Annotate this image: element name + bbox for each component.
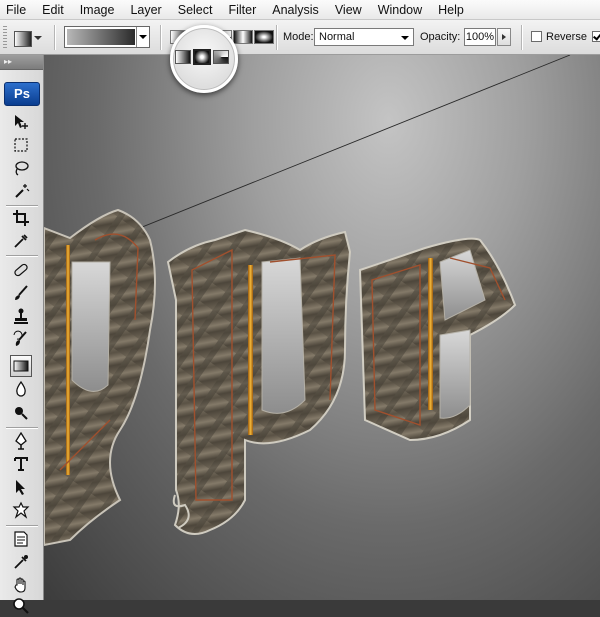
path-selection-tool-icon[interactable] (10, 476, 32, 498)
marquee-tool-icon[interactable] (10, 134, 32, 156)
clone-stamp-tool-icon[interactable] (10, 305, 32, 327)
divider (521, 25, 522, 50)
menu-help[interactable]: Help (430, 0, 472, 20)
lasso-tool-icon[interactable] (10, 157, 32, 179)
gradient-editor-swatch[interactable] (64, 26, 150, 48)
options-bar: Mode: Normal Opacity: 100% Reverse (0, 20, 600, 93)
dodge-tool-icon[interactable] (10, 401, 32, 423)
opacity-input[interactable]: 100% (464, 28, 496, 46)
gradient-tool-icon (14, 31, 32, 47)
magic-wand-tool-icon[interactable] (10, 180, 32, 202)
gradient-tool-icon[interactable] (10, 355, 32, 377)
divider (6, 255, 38, 256)
menu-edit[interactable]: Edit (34, 0, 72, 20)
menu-filter[interactable]: Filter (220, 0, 264, 20)
zoom-callout (170, 25, 238, 93)
divider (6, 525, 38, 526)
crop-tool-icon[interactable] (10, 207, 32, 229)
pen-tool-icon[interactable] (10, 430, 32, 452)
angle-gradient-icon (213, 50, 229, 64)
zoom-tool-icon[interactable] (10, 595, 32, 617)
gradient-drag-line (84, 55, 571, 251)
opacity-slider-button[interactable] (497, 28, 511, 46)
divider (160, 25, 161, 50)
menu-file[interactable]: File (0, 0, 34, 20)
menu-bar: File Edit Image Layer Select Filter Anal… (0, 0, 600, 20)
chevron-down-icon (34, 36, 42, 40)
letter-y-graphic (44, 208, 156, 547)
reverse-label: Reverse (546, 31, 587, 43)
toolbox: Ps (0, 55, 44, 614)
opacity-label: Opacity: (420, 31, 461, 43)
letter-e-graphic (358, 237, 517, 442)
reflected-gradient-button[interactable] (233, 30, 253, 44)
menu-view[interactable]: View (327, 0, 370, 20)
divider (54, 25, 55, 50)
gradient-dropdown-button[interactable] (136, 27, 149, 47)
document-canvas[interactable] (44, 55, 600, 600)
dither-checkbox[interactable] (592, 31, 600, 42)
menu-layer[interactable]: Layer (122, 0, 169, 20)
letter-p-graphic (166, 228, 352, 535)
tool-preset-picker[interactable] (10, 29, 44, 47)
menu-window[interactable]: Window (370, 0, 430, 20)
history-brush-tool-icon[interactable] (10, 328, 32, 350)
notes-tool-icon[interactable] (10, 528, 32, 550)
linear-gradient-icon (175, 50, 191, 64)
diamond-gradient-button[interactable] (254, 30, 274, 44)
custom-shape-tool-icon[interactable] (10, 499, 32, 521)
menu-image[interactable]: Image (72, 0, 123, 20)
menu-select[interactable]: Select (170, 0, 221, 20)
move-tool-icon[interactable] (10, 111, 32, 133)
eyedropper-icon[interactable] (10, 551, 32, 573)
mode-select[interactable]: Normal (314, 28, 414, 46)
healing-brush-tool-icon[interactable] (10, 259, 32, 281)
mode-label: Mode: (283, 31, 314, 43)
divider (6, 205, 38, 206)
reverse-checkbox[interactable] (531, 31, 542, 42)
artwork (44, 55, 571, 547)
hand-tool-icon[interactable] (10, 574, 32, 596)
radial-gradient-icon (193, 49, 211, 65)
options-bar-grip[interactable] (3, 26, 7, 48)
eyedropper-tool-icon[interactable] (10, 230, 32, 252)
divider (276, 25, 277, 50)
ps-logo[interactable]: Ps (4, 82, 40, 106)
blur-tool-icon[interactable] (10, 378, 32, 400)
divider (6, 427, 38, 428)
toolbox-header[interactable] (0, 55, 43, 70)
gradient-preview[interactable] (67, 29, 135, 45)
type-tool-icon[interactable] (10, 453, 32, 475)
menu-analysis[interactable]: Analysis (264, 0, 327, 20)
brush-tool-icon[interactable] (10, 282, 32, 304)
